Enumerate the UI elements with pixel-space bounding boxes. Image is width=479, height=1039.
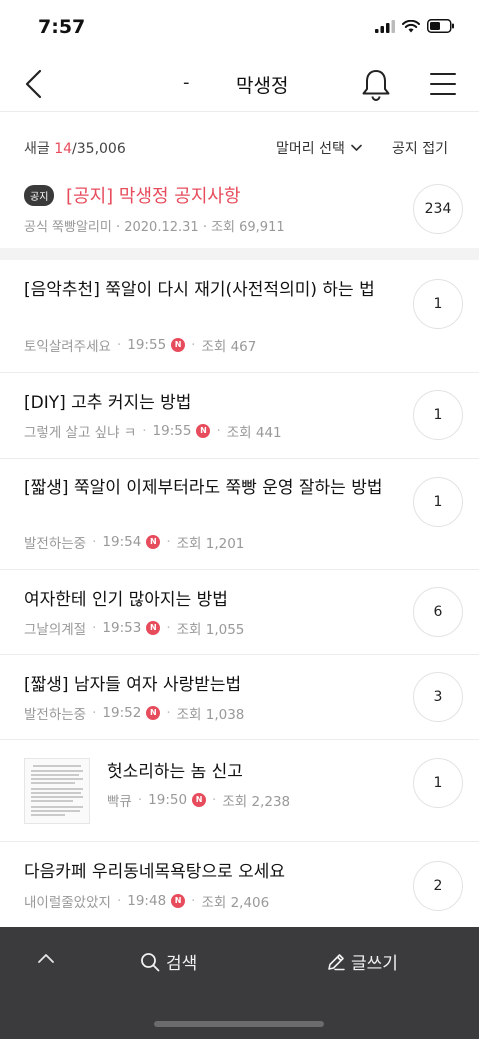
comment-count-button[interactable]: 1 — [413, 758, 463, 808]
post-views: 조회 1,201 — [176, 536, 245, 552]
post-count: 새글 14/35,006 — [24, 138, 126, 158]
home-indicator — [154, 1021, 324, 1027]
nav-dash: - — [183, 72, 190, 93]
back-arrow-icon[interactable] — [20, 68, 50, 100]
bell-icon[interactable] — [360, 68, 392, 102]
post-time: 19:50 — [148, 792, 188, 808]
list-item[interactable]: [짧생] 쭉알이 이제부터라도 쭉빵 운영 잘하는 방법 발전하는중 · 19:5… — [0, 459, 479, 570]
post-title: [짧생] 쭉알이 이제부터라도 쭉빵 운영 잘하는 방법 — [24, 478, 383, 498]
post-author: 빡큐 — [107, 794, 132, 810]
pencil-icon — [328, 953, 345, 970]
wifi-icon — [402, 19, 420, 32]
signal-icon — [375, 19, 395, 33]
post-meta: 그날의계절 · 19:53 N · 조회 1,055 — [24, 620, 245, 638]
search-button[interactable]: 검색 — [140, 949, 197, 974]
chevron-down-icon — [351, 144, 362, 151]
new-badge: N — [146, 535, 161, 549]
post-title: [음악추천] 쭉알이 다시 재기(사전적의미) 하는 법 — [24, 280, 375, 300]
post-author: 토익살려주세요 — [24, 339, 111, 355]
battery-icon — [427, 19, 454, 33]
new-badge: N — [192, 793, 207, 807]
bottom-toolbar: 검색 글쓰기 — [0, 927, 479, 1039]
post-title: [DIY] 고추 커지는 방법 — [24, 393, 192, 413]
post-meta: 빡큐 · 19:50 N · 조회 2,238 — [107, 792, 291, 810]
notice-item[interactable]: 공지 [공지] 막생정 공지사항 공식 쭉빵알리미 · 2020.12.31 ·… — [0, 172, 479, 248]
list-item[interactable]: [짧생] 남자들 여자 사랑받는법 발전하는중 · 19:52 N · 조회 1,0… — [0, 655, 479, 740]
search-label: 검색 — [166, 954, 198, 974]
scroll-to-top-icon[interactable] — [36, 951, 56, 965]
post-views: 조회 441 — [226, 425, 282, 441]
list-item[interactable]: 여자한테 인기 많아지는 방법 그날의계절 · 19:53 N · 조회 1,055… — [0, 570, 479, 655]
post-meta: 발전하는중 · 19:52 N · 조회 1,038 — [24, 705, 245, 723]
post-author: 그날의계절 — [24, 622, 87, 638]
section-divider — [0, 248, 479, 260]
post-author: 내이럴줄았았지 — [24, 895, 111, 911]
post-time: 19:54 — [102, 534, 142, 550]
post-views: 조회 2,406 — [201, 895, 270, 911]
new-count: 14 — [54, 141, 73, 157]
category-select-label: 말머리 선택 — [276, 141, 345, 157]
post-thumbnail — [24, 758, 90, 824]
comment-count-button[interactable]: 1 — [413, 279, 463, 329]
write-label: 글쓰기 — [351, 954, 398, 974]
post-author: 그렇게 살고 싶냐 ㅋ — [24, 425, 137, 441]
list-item[interactable]: 헛소리하는 놈 신고 빡큐 · 19:50 N · 조회 2,238 1 — [0, 740, 479, 842]
new-badge: N — [146, 621, 161, 635]
status-time: 7:57 — [38, 16, 86, 38]
notice-meta: 공식 쭉빵알리미 · 2020.12.31 · 조회 69,911 — [24, 220, 285, 235]
hamburger-menu-icon[interactable] — [428, 70, 458, 98]
post-meta: 발전하는중 · 19:54 N · 조회 1,201 — [24, 534, 245, 552]
post-time: 19:52 — [102, 705, 142, 721]
new-badge: N — [171, 338, 186, 352]
post-meta: 내이럴줄았았지 · 19:48 N · 조회 2,406 — [24, 893, 270, 911]
post-views: 조회 2,238 — [222, 794, 291, 810]
comment-count-button[interactable]: 3 — [413, 672, 463, 722]
document-thumbnail-image — [25, 759, 89, 823]
comment-count-button[interactable]: 2 — [413, 861, 463, 911]
post-time: 19:55 — [152, 423, 192, 439]
notice-badge: 공지 — [24, 185, 55, 206]
category-select[interactable]: 말머리 선택 — [276, 138, 362, 158]
new-badge: N — [196, 424, 211, 438]
total-count: /35,006 — [72, 141, 126, 157]
post-time: 19:48 — [127, 893, 167, 909]
page-title: 막생정 — [236, 75, 289, 97]
post-author: 발전하는중 — [24, 707, 87, 723]
post-views: 조회 1,055 — [176, 622, 245, 638]
comment-count-button[interactable]: 1 — [413, 390, 463, 440]
post-title: [짧생] 남자들 여자 사랑받는법 — [24, 675, 242, 695]
list-item[interactable]: [음악추천] 쭉알이 다시 재기(사전적의미) 하는 법 토익살려주세요 · 19… — [0, 260, 479, 373]
top-nav-bar: - 막생정 — [0, 56, 479, 112]
new-badge: N — [171, 894, 186, 908]
post-views: 조회 467 — [201, 339, 257, 355]
post-views: 조회 1,038 — [176, 707, 245, 723]
comment-count-button[interactable]: 6 — [413, 587, 463, 637]
write-button[interactable]: 글쓰기 — [326, 949, 398, 974]
post-meta: 토익살려주세요 · 19:55 N · 조회 467 — [24, 337, 257, 355]
comment-count-button[interactable]: 234 — [413, 184, 463, 234]
post-title: 헛소리하는 놈 신고 — [107, 762, 243, 782]
status-bar: 7:57 — [0, 0, 479, 56]
post-meta: 그렇게 살고 싶냐 ㅋ · 19:55 N · 조회 441 — [24, 423, 282, 441]
list-item[interactable]: 다음카페 우리동네목욕탕으로 오세요 내이럴줄았았지 · 19:48 N · 조회 … — [0, 842, 479, 927]
board-info-bar: 새글 14/35,006 말머리 선택 공지 접기 — [0, 112, 479, 180]
list-item[interactable]: [DIY] 고추 커지는 방법 그렇게 살고 싶냐 ㅋ · 19:55 N · 조회… — [0, 373, 479, 459]
comment-count-button[interactable]: 1 — [413, 477, 463, 527]
post-time: 19:53 — [102, 620, 142, 636]
post-time: 19:55 — [127, 337, 167, 353]
post-author: 발전하는중 — [24, 536, 87, 552]
post-title: 다음카페 우리동네목욕탕으로 오세요 — [24, 862, 286, 882]
status-icons — [375, 19, 455, 33]
notice-title: [공지] 막생정 공지사항 — [66, 186, 241, 207]
fold-notices-button[interactable]: 공지 접기 — [392, 138, 448, 158]
search-icon — [141, 952, 160, 971]
new-label: 새글 — [24, 141, 55, 157]
new-badge: N — [146, 706, 161, 720]
post-title: 여자한테 인기 많아지는 방법 — [24, 590, 228, 610]
